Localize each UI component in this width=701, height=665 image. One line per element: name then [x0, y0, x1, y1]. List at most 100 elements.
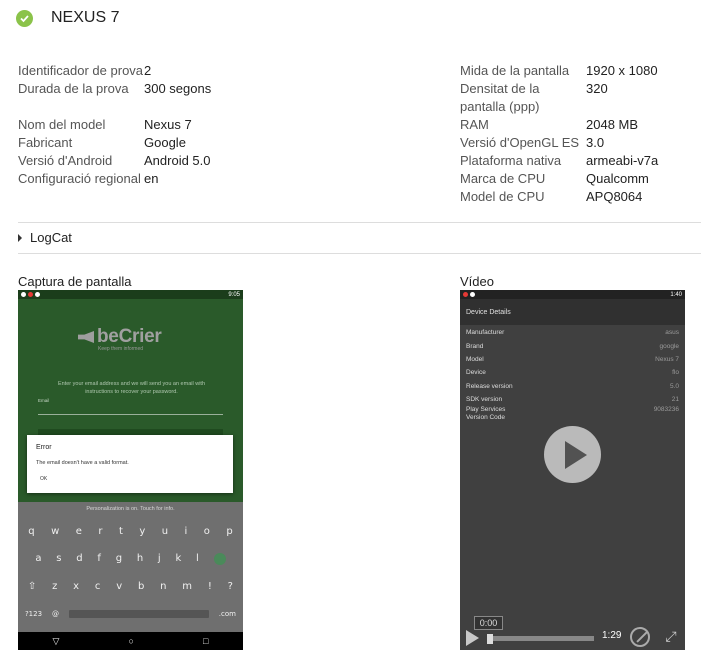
- error-dialog: Error The email doesn't have a valid for…: [27, 435, 233, 493]
- shift-key-icon: ⇧: [27, 581, 37, 592]
- logcat-label: LogCat: [30, 230, 72, 245]
- megaphone-icon: [78, 331, 94, 343]
- detail-row: Play Services Version Code 9083236: [466, 406, 679, 422]
- key: q: [28, 526, 35, 537]
- dialog-title: Error: [36, 444, 52, 451]
- key: e: [75, 526, 82, 537]
- key: ?: [227, 581, 233, 592]
- spec-label: Marca de CPU: [460, 171, 546, 186]
- key: p: [226, 526, 233, 537]
- detail-value: Nexus 7: [655, 355, 679, 363]
- seek-handle[interactable]: [487, 634, 493, 644]
- notification-icon: [35, 292, 40, 297]
- keyboard-row: a s d f g h j k l: [18, 553, 243, 565]
- spec-row: Durada de la prova 300 segons: [18, 80, 211, 98]
- spec-label: Durada de la prova: [18, 81, 129, 96]
- spec-value: 1920 x 1080: [586, 63, 658, 78]
- spec-row: Configuració regional en: [18, 170, 211, 188]
- spec-row: Identificador de prova 2: [18, 62, 211, 80]
- spec-row: Mida de la pantalla 1920 x 1080: [460, 62, 658, 80]
- symbols-key: ?123: [24, 610, 43, 618]
- key: j: [157, 553, 161, 564]
- spec-value: APQ8064: [586, 189, 643, 204]
- spec-value: 2: [144, 63, 152, 78]
- mute-icon[interactable]: [630, 627, 650, 647]
- detail-value: 5.0: [669, 382, 679, 390]
- instructions-text: Enter your email address and we will sen…: [57, 381, 206, 395]
- specs-right: Mida de la pantalla 1920 x 1080 Densitat …: [460, 62, 658, 206]
- status-time: 9:05: [228, 291, 240, 298]
- space-bar: [68, 610, 209, 618]
- detail-key: Brand: [466, 342, 484, 350]
- key: l: [196, 553, 199, 564]
- divider: [18, 222, 701, 223]
- spec-label: Versió d'Android: [18, 153, 113, 168]
- fullscreen-icon[interactable]: ⤢: [663, 628, 679, 644]
- play-overlay-button[interactable]: [544, 426, 601, 483]
- keyboard-row: ⇧ z x c v b n m ! ?: [18, 581, 243, 592]
- spec-value: Android 5.0: [144, 153, 211, 168]
- spec-row: Versió d'OpenGL ES 3.0: [460, 134, 658, 152]
- key: o: [203, 526, 210, 537]
- result-header: NEXUS 7: [16, 6, 119, 30]
- spec-label: Plataforma nativa: [460, 153, 562, 168]
- detail-value: asus: [665, 329, 679, 337]
- device-screenshot[interactable]: 9:05 beCrier Keep them informed Enter yo…: [18, 290, 243, 650]
- key: t: [118, 526, 123, 537]
- notification-icon: [21, 292, 26, 297]
- key: h: [136, 553, 144, 564]
- logcat-toggle[interactable]: LogCat: [18, 230, 72, 245]
- keyboard-note: Personalization is on. Touch for info.: [86, 506, 175, 512]
- spec-row: Fabricant Google: [18, 134, 211, 152]
- spec-label: Fabricant: [18, 135, 73, 150]
- screenshot-label: Captura de pantalla: [18, 274, 132, 289]
- spec-value: 320: [586, 81, 608, 96]
- detail-key: Device: [466, 369, 486, 377]
- detail-value: flo: [672, 369, 679, 377]
- key: w: [51, 526, 60, 537]
- spec-value: Nexus 7: [144, 117, 192, 132]
- spec-row: Plataforma nativa armeabi-v7a: [460, 152, 658, 170]
- detail-key: Release version: [466, 382, 513, 390]
- spec-value: 3.0: [586, 135, 605, 150]
- check-icon: [16, 9, 33, 27]
- spec-value: 300 segons: [144, 81, 212, 96]
- dialog-ok-button: OK: [40, 476, 48, 482]
- detail-value: google: [659, 342, 679, 350]
- recents-icon: □: [203, 636, 209, 646]
- spec-value: 2048 MB: [586, 117, 639, 132]
- app-tagline: Keep them informed: [98, 346, 144, 352]
- caret-right-icon: [18, 233, 22, 242]
- key: m: [182, 581, 193, 592]
- key: z: [52, 581, 58, 592]
- detail-value: 21: [671, 396, 679, 404]
- detail-row: SDK version 21: [466, 393, 679, 406]
- keyboard: Personalization is on. Touch for info. q…: [18, 502, 243, 632]
- key: x: [73, 581, 80, 592]
- detail-key: Model: [466, 355, 484, 363]
- keyboard-row: q w e r t y u i o p: [18, 526, 243, 537]
- seek-bar[interactable]: [490, 636, 594, 641]
- com-key: .com: [218, 610, 236, 618]
- notification-icon: [470, 292, 475, 297]
- detail-key: Manufacturer: [466, 329, 505, 337]
- device-title: NEXUS 7: [51, 9, 120, 26]
- spec-label: Mida de la pantalla: [460, 63, 570, 78]
- detail-key: SDK version: [466, 396, 503, 404]
- app-logo: beCrier: [78, 326, 162, 348]
- spec-value: en: [144, 171, 159, 186]
- play-button[interactable]: [466, 630, 479, 646]
- detail-row: Model Nexus 7: [466, 353, 679, 366]
- detail-row: Device flo: [466, 366, 679, 379]
- video-player[interactable]: 1:40 Device Details Manufacturer asus Bra…: [460, 290, 685, 650]
- record-icon: [463, 292, 468, 297]
- spec-label: Densitat de la pantalla (ppp): [460, 81, 540, 114]
- spec-label: Versió d'OpenGL ES: [460, 135, 580, 150]
- key: v: [116, 581, 123, 592]
- video-duration: 1:29: [602, 630, 622, 641]
- key: a: [35, 553, 42, 564]
- detail-row: Manufacturer asus: [466, 326, 679, 339]
- key: i: [184, 526, 188, 537]
- enter-key-icon: [213, 553, 226, 565]
- status-time: 1:40: [670, 291, 682, 298]
